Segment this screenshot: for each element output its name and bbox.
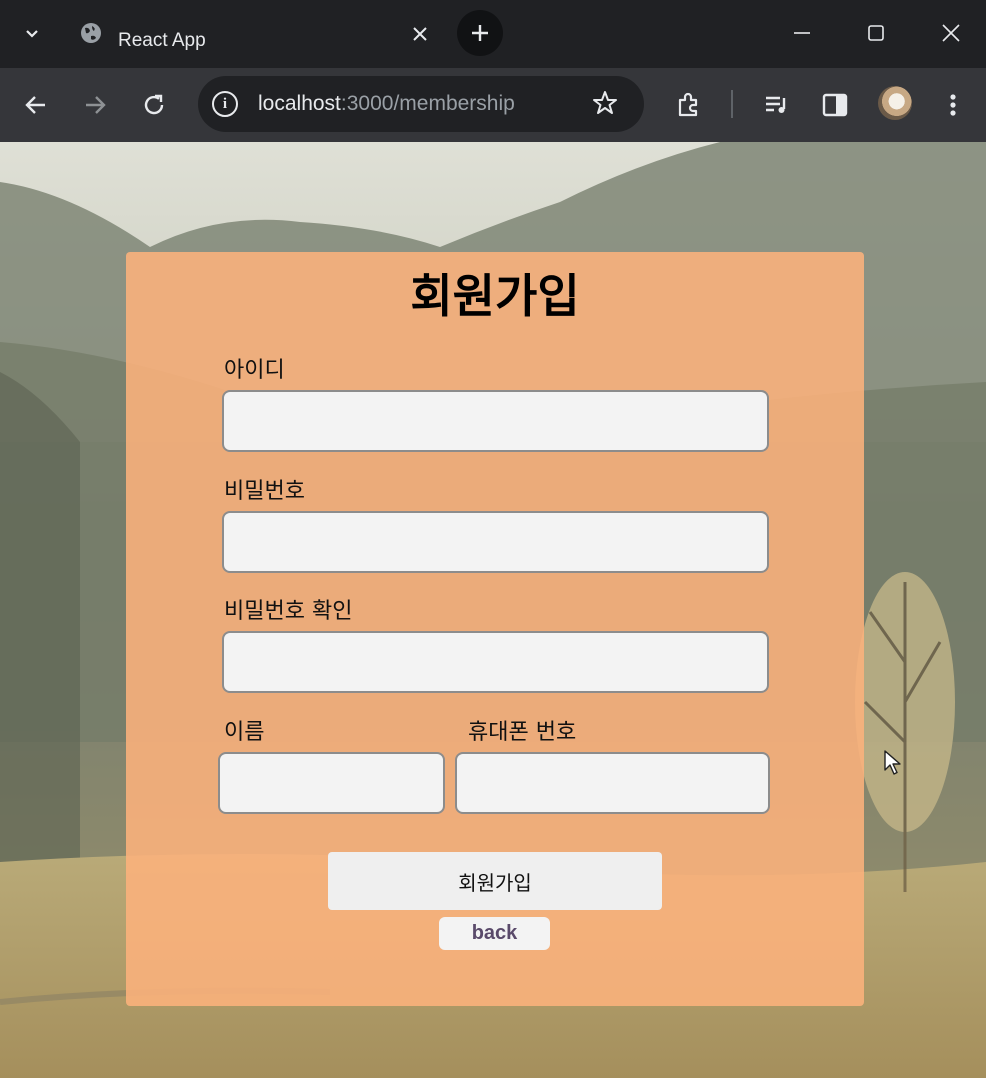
- url-host: localhost: [258, 92, 341, 115]
- star-icon[interactable]: [590, 88, 620, 118]
- page-viewport: 회원가입 아이디 비밀번호 비밀번호 확인 이름 휴대폰 번호 회원가입 bac…: [0, 142, 986, 1078]
- plus-icon[interactable]: [457, 10, 503, 56]
- globe-icon: [81, 23, 101, 43]
- browser-toolbar: i localhost:3000/membership: [0, 68, 986, 142]
- phone-input[interactable]: [455, 752, 770, 814]
- mouse-cursor-icon: [884, 750, 901, 775]
- info-icon[interactable]: i: [212, 91, 238, 117]
- name-input[interactable]: [218, 752, 445, 814]
- password-input[interactable]: [222, 511, 769, 573]
- password-confirm-input[interactable]: [222, 631, 769, 693]
- address-bar[interactable]: i localhost:3000/membership: [198, 76, 644, 132]
- browser-tab[interactable]: React App: [66, 6, 444, 68]
- signup-card: 회원가입 아이디 비밀번호 비밀번호 확인 이름 휴대폰 번호 회원가입 bac…: [126, 252, 864, 1006]
- minimize-icon[interactable]: [782, 16, 822, 50]
- signup-submit-button[interactable]: 회원가입: [328, 852, 662, 910]
- back-arrow-icon[interactable]: [19, 88, 53, 122]
- maximize-icon[interactable]: [856, 16, 896, 50]
- name-label: 이름: [224, 720, 265, 745]
- extensions-icon[interactable]: [672, 88, 706, 122]
- phone-label: 휴대폰 번호: [468, 720, 577, 745]
- forward-arrow-icon[interactable]: [78, 88, 112, 122]
- profile-avatar[interactable]: [878, 86, 912, 120]
- password-confirm-label: 비밀번호 확인: [224, 599, 353, 624]
- reload-icon[interactable]: [137, 88, 171, 122]
- close-icon[interactable]: [406, 20, 434, 48]
- id-input[interactable]: [222, 390, 769, 452]
- close-window-icon[interactable]: [931, 16, 971, 50]
- password-label: 비밀번호: [224, 479, 305, 504]
- more-menu-icon[interactable]: [936, 88, 970, 122]
- tab-search-icon[interactable]: [16, 20, 48, 48]
- media-controls-icon[interactable]: [760, 88, 794, 122]
- id-label: 아이디: [224, 358, 285, 383]
- side-panel-icon[interactable]: [818, 88, 852, 122]
- tab-title: React App: [118, 30, 206, 51]
- toolbar-divider: [731, 90, 733, 118]
- tab-bar: React App: [0, 0, 986, 68]
- back-button[interactable]: back: [439, 917, 550, 950]
- url-text[interactable]: localhost:3000/membership: [258, 92, 515, 116]
- page-title: 회원가입: [410, 269, 580, 323]
- url-path: :3000/membership: [340, 92, 515, 115]
